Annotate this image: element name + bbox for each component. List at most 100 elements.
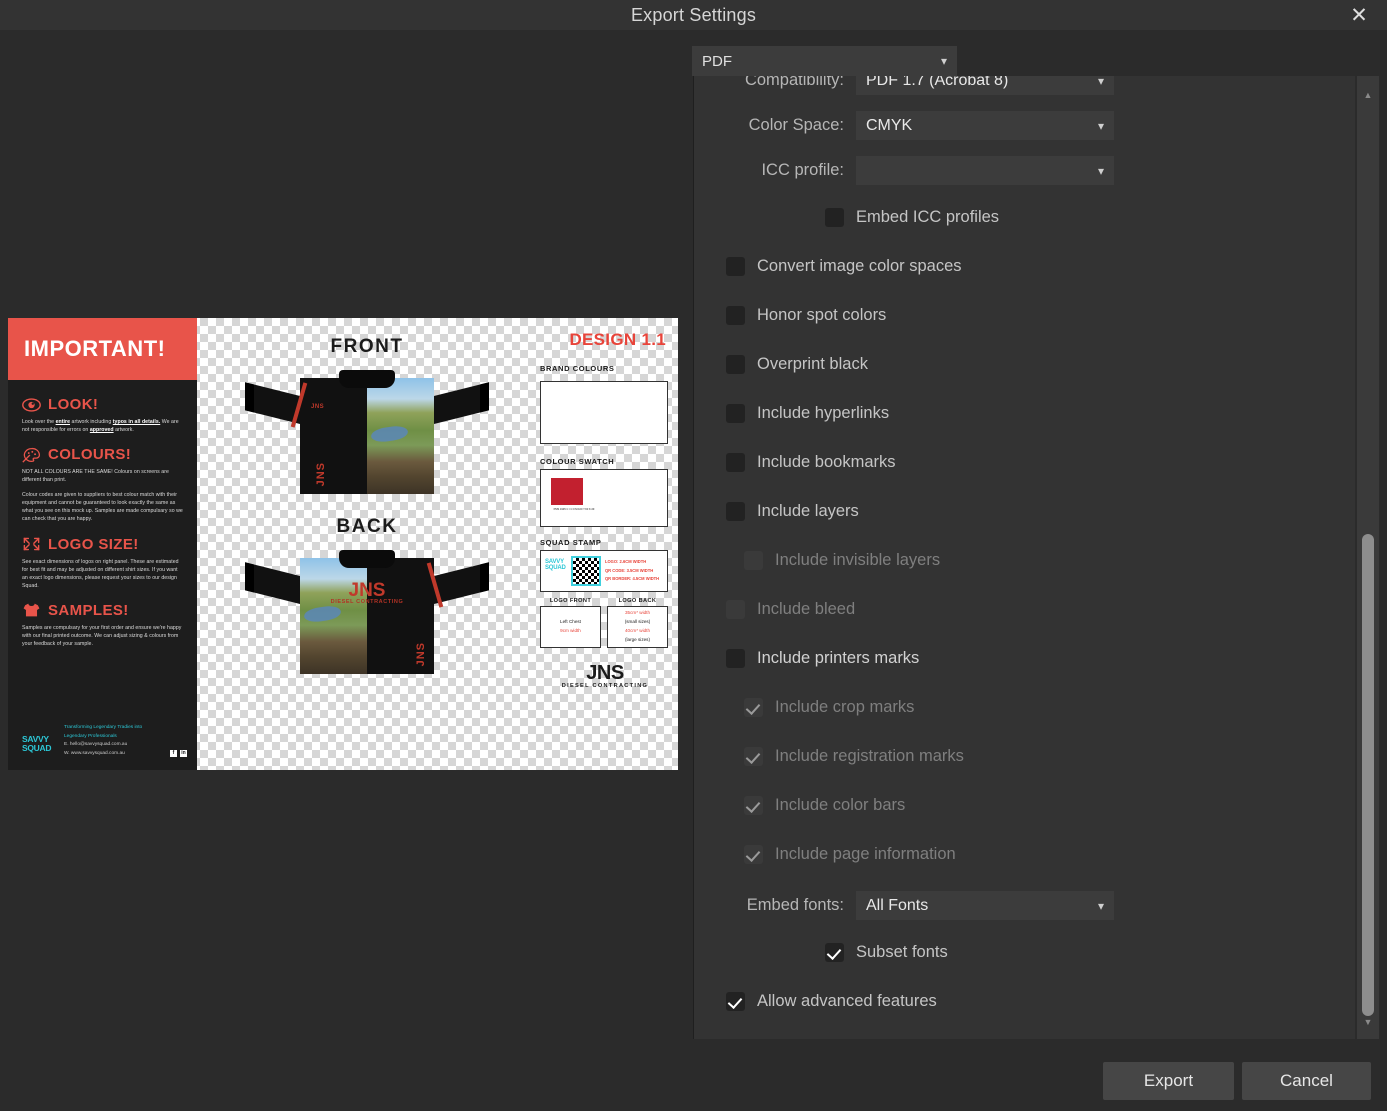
checkbox-label: Include registration marks (775, 747, 964, 765)
linkedin-icon: in (180, 750, 187, 757)
color-space-value: CMYK (866, 116, 913, 134)
info-samples-text: Samples are compulsary for your first or… (22, 624, 182, 647)
mockup-column: FRONT JNS JNS BACK JNS DIESEL CONTRACTIN… (204, 318, 530, 770)
checkbox-include-hyperlinks[interactable]: Include hyperlinks (694, 389, 1355, 438)
scrollbar-thumb[interactable] (1362, 534, 1374, 1016)
checkbox-label: Convert image color spaces (757, 257, 962, 275)
checkbox-box (726, 257, 745, 276)
checkbox-box (825, 208, 844, 227)
info-heading-text: COLOURS! (48, 446, 132, 464)
embed-fonts-value: All Fonts (866, 896, 929, 914)
checkbox-box (744, 747, 763, 766)
chevron-down-icon: ▾ (1097, 163, 1104, 178)
checkbox-box (744, 698, 763, 717)
mockup-label-front: FRONT (330, 336, 404, 357)
checkbox-embed-icc-profiles[interactable]: Embed ICC profiles (694, 193, 1355, 242)
checkbox-include-color-bars: Include color bars (694, 781, 1355, 830)
logo-front-line-1: Left Chest (560, 619, 581, 625)
checkbox-allow-advanced-features[interactable]: Allow advanced features (694, 977, 1355, 1026)
tshirt-icon (22, 602, 41, 618)
artwork-footer: SAVVY SQUAD Transforming Legendary Tradie… (22, 724, 187, 758)
checkbox-convert-image-color-spaces[interactable]: Convert image color spaces (694, 242, 1355, 291)
checkbox-label: Include layers (757, 502, 859, 520)
front-chest-logo: JNS (311, 404, 325, 410)
checkbox-overprint-black[interactable]: Overprint black (694, 340, 1355, 389)
icc-profile-select[interactable]: ▾ (856, 156, 1114, 185)
jns-brand-mark-text: JNS (586, 662, 624, 684)
jns-brand-mark: JNS DIESEL CONTRACTING (532, 662, 678, 689)
jns-brand-mark-sub: DIESEL CONTRACTING (561, 683, 649, 689)
checkbox-label: Include bleed (757, 600, 856, 618)
checkbox-label: Include printers marks (757, 649, 920, 667)
artwork-info-panel: IMPORTANT! LOOK! Look over the entire ar… (8, 318, 197, 770)
checkbox-box (726, 502, 745, 521)
titlebar: Export Settings ✕ (0, 0, 1387, 30)
checkbox-honor-spot-colors[interactable]: Honor spot colors (694, 291, 1355, 340)
stamp-savvy-logo: SAVVY SQUAD (545, 559, 566, 572)
checkbox-box (726, 306, 745, 325)
compatibility-label: Compatibility: (744, 76, 844, 89)
settings-scroll-panel[interactable]: Compatibility: PDF 1.7 (Acrobat 8) ▾ Col… (693, 76, 1355, 1039)
info-heading-text: SAMPLES! (48, 601, 129, 619)
scroll-down-arrow-icon[interactable]: ▼ (1357, 1013, 1379, 1031)
info-look-text: Look over the entire artwork including t… (22, 419, 179, 434)
important-banner: IMPORTANT! (8, 318, 197, 380)
eye-icon (22, 397, 41, 413)
logo-front-title: LOGO FRONT (549, 598, 592, 604)
checkbox-include-layers[interactable]: Include layers (694, 487, 1355, 536)
front-vertical-logo: JNS (315, 461, 327, 486)
artboard-canvas[interactable]: IMPORTANT! LOOK! Look over the entire ar… (8, 318, 678, 770)
chevron-down-icon: ▾ (1097, 76, 1104, 88)
squad-stamp-box: SAVVY SQUAD LOGO: 2.6CM WIDTH QR CODE: 3.… (540, 550, 668, 592)
info-section-look-heading: LOOK! (22, 396, 183, 413)
color-space-label: Color Space: (748, 116, 844, 134)
scroll-up-arrow-icon[interactable]: ▲ (1357, 86, 1379, 104)
logo-back-line-2: (small sizes) (624, 619, 651, 625)
export-button[interactable]: Export (1103, 1062, 1234, 1100)
logo-back-cell: LOGO BACK 35cm* width (small sizes) 40cm… (607, 598, 668, 648)
stamp-spec-qr: QR CODE: 3.5CM WIDTH (605, 567, 654, 573)
mockup-label-back: BACK (336, 516, 398, 537)
color-space-select[interactable]: CMYK ▾ (856, 111, 1114, 140)
spec-column: DESIGN 1.1 BRAND COLOURS COLOUR SWATCH P… (532, 318, 678, 770)
back-vertical-logo: JNS (415, 641, 427, 666)
checkbox-label: Embed ICC profiles (856, 208, 1000, 226)
checkbox-box (726, 649, 745, 668)
checkbox-label: Include invisible layers (775, 551, 941, 569)
close-icon[interactable]: ✕ (1331, 0, 1387, 30)
checkbox-box (726, 992, 745, 1011)
checkbox-include-page-information: Include page information (694, 830, 1355, 879)
chevron-down-icon: ▾ (1097, 898, 1104, 913)
chevron-down-icon: ▾ (940, 54, 947, 68)
icc-profile-label: ICC profile: (761, 161, 844, 179)
colour-swatch-box: PMS 1945 C / C:0 M:100 Y:63 K:29 (540, 469, 668, 527)
checkbox-box (726, 453, 745, 472)
checkbox-box (726, 600, 745, 619)
stamp-specs: LOGO: 2.6CM WIDTH QR CODE: 3.5CM WIDTH Q… (605, 558, 659, 584)
checkbox-label: Include color bars (775, 796, 906, 814)
resize-arrows-icon (22, 536, 41, 552)
compatibility-value: PDF 1.7 (Acrobat 8) (866, 76, 1009, 89)
info-section-colours-heading: COLOURS! (22, 446, 183, 463)
logo-front-cell: LOGO FRONT Left Chest 9cm width (540, 598, 601, 648)
jacket-front-mockup: JNS JNS (245, 364, 489, 494)
checkbox-include-bookmarks[interactable]: Include bookmarks (694, 438, 1355, 487)
cancel-button[interactable]: Cancel (1242, 1062, 1371, 1100)
brand-colours-box (540, 381, 668, 444)
design-version: DESIGN 1.1 (569, 330, 666, 349)
logo-front-line-2: 9cm width (560, 628, 581, 633)
checkbox-label: Include hyperlinks (757, 404, 890, 422)
export-format-select[interactable]: PDF ▾ (692, 46, 957, 76)
jacket-back-mockup: JNS DIESEL CONTRACTING JNS (245, 544, 489, 674)
embed-fonts-select[interactable]: All Fonts ▾ (856, 891, 1114, 920)
checkbox-label: Honor spot colors (757, 306, 887, 324)
checkbox-box (744, 845, 763, 864)
checkbox-subset-fonts[interactable]: Subset fonts (694, 928, 1355, 977)
logo-back-line-3: 40cm* width (624, 628, 651, 633)
checkbox-include-printers-marks[interactable]: Include printers marks (694, 634, 1355, 683)
info-section-samples-heading: SAMPLES! (22, 602, 183, 619)
logo-back-title: LOGO BACK (618, 598, 657, 604)
checkbox-include-registration-marks: Include registration marks (694, 732, 1355, 781)
compatibility-select[interactable]: PDF 1.7 (Acrobat 8) ▾ (856, 76, 1114, 95)
settings-scrollbar[interactable]: ▲ ▼ (1357, 76, 1379, 1039)
